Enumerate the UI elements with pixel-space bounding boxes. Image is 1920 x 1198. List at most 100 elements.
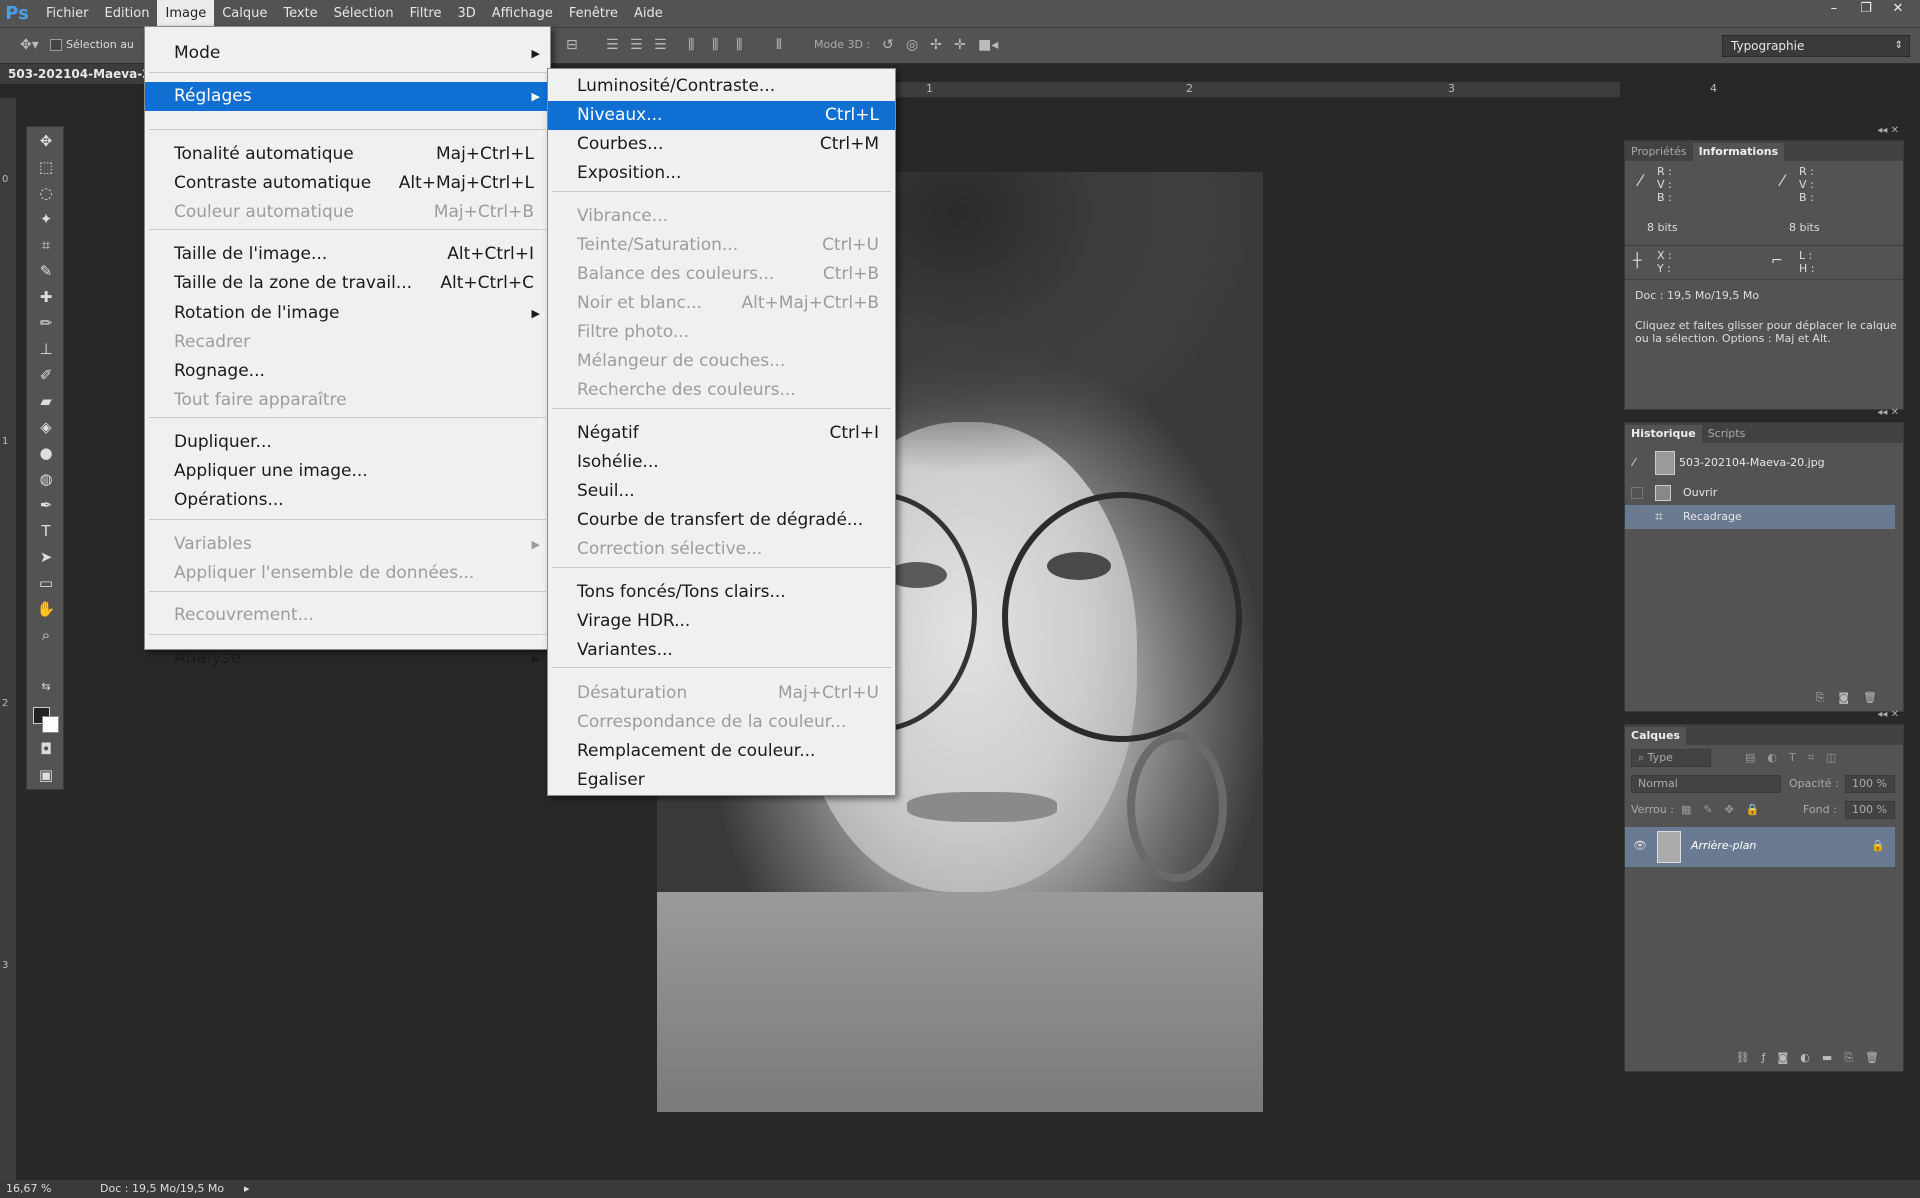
reglages-item-seuil[interactable]: Seuil... — [548, 477, 895, 506]
type-tool-icon[interactable]: T — [27, 519, 65, 543]
collapse-icon[interactable]: ◂◂ ✕ — [1877, 407, 1899, 418]
menu-fichier[interactable]: Fichier — [38, 0, 97, 28]
menu-affichage[interactable]: Affichage — [484, 0, 561, 28]
lock-icons[interactable]: ▦✎✥🔒 — [1681, 803, 1772, 816]
minimize-button[interactable]: – — [1820, 0, 1848, 18]
layer-row[interactable]: 👁 Arrière-plan 🔒 — [1625, 827, 1895, 867]
image-menu-item-mode[interactable]: Mode ▶ — [145, 39, 550, 68]
history-step[interactable]: Ouvrir — [1625, 481, 1895, 505]
collapse-icon[interactable]: ◂◂ ✕ — [1877, 125, 1899, 136]
distribute-bottom-icon[interactable]: ☰ — [654, 37, 667, 53]
reglages-item-courbe-de-transfert-de-degrade[interactable]: Courbe de transfert de dégradé... — [548, 506, 895, 535]
reglages-item-tons-fonces-tons-clairs[interactable]: Tons foncés/Tons clairs... — [548, 578, 895, 607]
menu-edition[interactable]: Edition — [97, 0, 158, 28]
reglages-item-egaliser[interactable]: Egaliser — [548, 766, 895, 795]
path-selection-icon[interactable]: ➤ — [27, 545, 65, 569]
quick-mask-icon[interactable]: ◘ — [27, 737, 65, 761]
menu-3d[interactable]: 3D — [450, 0, 484, 28]
healing-brush-icon[interactable]: ✚ — [27, 285, 65, 309]
image-menu-item-taille-de-la-zone-de-travail[interactable]: Taille de la zone de travail... Alt+Ctrl+… — [145, 269, 550, 298]
image-menu-item-taille-de-l-image[interactable]: Taille de l'image... Alt+Ctrl+I — [145, 240, 550, 269]
screen-mode-icon[interactable]: ▣ — [27, 763, 65, 787]
menu-calque[interactable]: Calque — [214, 0, 275, 28]
tab-proprietes[interactable]: Propriétés — [1625, 143, 1693, 161]
menu-filtre[interactable]: Filtre — [402, 0, 450, 28]
distribute-top-icon[interactable]: ☰ — [606, 37, 619, 53]
clone-stamp-icon[interactable]: ⊥ — [27, 337, 65, 361]
pan-3d-icon[interactable]: ✢ — [930, 37, 942, 53]
history-footer-icons[interactable]: ⎘◙🗑 — [1816, 691, 1891, 705]
paint-bucket-icon[interactable]: ◈ — [27, 415, 65, 439]
distribute-right-icon[interactable]: ⫼ — [736, 37, 742, 53]
align-icon[interactable]: ⊟ — [566, 37, 578, 53]
history-snapshot[interactable]: ⁄ 503-202104-Maeva-20.jpg — [1625, 447, 1895, 479]
menu-image[interactable]: Image — [157, 0, 215, 28]
history-brush-icon[interactable]: ✐ — [27, 363, 65, 387]
reglages-item-luminosite-contraste[interactable]: Luminosité/Contraste... — [548, 72, 895, 101]
scale-3d-icon[interactable]: ■◂ — [978, 37, 998, 53]
reglages-item-remplacement-de-couleur[interactable]: Remplacement de couleur... — [548, 737, 895, 766]
auto-align-icon[interactable]: ⫴ — [776, 37, 782, 53]
tab-calques[interactable]: Calques — [1625, 727, 1686, 745]
status-menu-arrow-icon[interactable]: ▸ — [244, 1182, 250, 1195]
menu-fenetre[interactable]: Fenêtre — [561, 0, 626, 28]
slide-3d-icon[interactable]: ✛ — [954, 37, 966, 53]
image-menu-item-reglages[interactable]: Réglages ▶ — [145, 82, 550, 111]
distribute-left-icon[interactable]: ⫼ — [688, 37, 694, 53]
tab-historique[interactable]: Historique — [1625, 425, 1702, 443]
move-tool-icon[interactable]: ✥ — [27, 129, 65, 153]
hand-tool-icon[interactable]: ✋ — [27, 597, 65, 621]
reglages-item-courbes[interactable]: Courbes... Ctrl+M — [548, 130, 895, 159]
magic-wand-icon[interactable]: ✦ — [27, 207, 65, 231]
image-menu-item-dupliquer[interactable]: Dupliquer... — [145, 428, 550, 457]
workspace-select[interactable]: Typographie ⇕ — [1722, 35, 1910, 57]
reglages-item-virage-hdr[interactable]: Virage HDR... — [548, 607, 895, 636]
image-menu-item-rotation-de-l-image[interactable]: Rotation de l'image ▶ — [145, 299, 550, 328]
layers-footer-icons[interactable]: ⛓ƒ◙◐▬⎘🗑 — [1736, 1051, 1891, 1065]
close-button[interactable]: ✕ — [1884, 0, 1912, 18]
menu-selection[interactable]: Sélection — [326, 0, 402, 28]
image-menu-item-analyse[interactable]: Analyse ▶ — [145, 644, 550, 673]
pen-tool-icon[interactable]: ✒ — [27, 493, 65, 517]
rotate-3d-icon[interactable]: ↺ — [882, 37, 894, 53]
swap-colors-icon[interactable]: ⇆ — [27, 675, 65, 699]
zoom-tool-icon[interactable]: ⌕ — [27, 623, 65, 647]
brush-tool-icon[interactable]: ✏ — [27, 311, 65, 335]
reglages-item-isohelie[interactable]: Isohélie... — [548, 448, 895, 477]
document-tab[interactable]: 503-202104-Maeva-20. — [0, 64, 150, 84]
reglages-item-negatif[interactable]: Négatif Ctrl+I — [548, 419, 895, 448]
eyedropper-icon[interactable]: ✎ — [27, 259, 65, 283]
image-menu-item-operations[interactable]: Opérations... — [145, 486, 550, 515]
history-step[interactable]: ⌗ Recadrage — [1625, 505, 1895, 529]
distribute-middle-icon[interactable]: ☰ — [630, 37, 643, 53]
background-color-swatch[interactable] — [42, 716, 59, 733]
image-menu-item-tonalite-automatique[interactable]: Tonalité automatique Maj+Ctrl+L — [145, 140, 550, 169]
menu-aide[interactable]: Aide — [626, 0, 671, 28]
lasso-tool-icon[interactable]: ◌ — [27, 181, 65, 205]
layer-filter-icons[interactable]: ▤◐T⌗◫ — [1745, 751, 1848, 765]
tab-scripts[interactable]: Scripts — [1702, 425, 1752, 443]
dodge-tool-icon[interactable]: ◍ — [27, 467, 65, 491]
layer-filter-select[interactable]: ⌕ Type — [1631, 749, 1711, 767]
menu-texte[interactable]: Texte — [275, 0, 325, 28]
reglages-item-niveaux[interactable]: Niveaux... Ctrl+L — [548, 101, 895, 130]
tab-informations[interactable]: Informations — [1692, 143, 1785, 161]
history-source-box[interactable] — [1631, 487, 1643, 499]
restore-button[interactable]: ❐ — [1852, 0, 1880, 18]
fill-input[interactable]: 100 % — [1845, 801, 1895, 819]
history-source-box[interactable] — [1631, 511, 1643, 523]
eye-icon[interactable]: 👁 — [1633, 839, 1647, 852]
rectangle-tool-icon[interactable]: ▭ — [27, 571, 65, 595]
roll-3d-icon[interactable]: ◎ — [906, 37, 918, 53]
opacity-input[interactable]: 100 % — [1845, 775, 1895, 793]
image-menu-item-contraste-automatique[interactable]: Contraste automatique Alt+Maj+Ctrl+L — [145, 169, 550, 198]
eraser-icon[interactable]: ▰ — [27, 389, 65, 413]
reglages-item-variantes[interactable]: Variantes... — [548, 636, 895, 665]
move-tool-icon[interactable]: ✥▾ — [20, 37, 39, 53]
image-menu-item-appliquer-une-image[interactable]: Appliquer une image... — [145, 457, 550, 486]
auto-select-checkbox[interactable] — [50, 39, 62, 51]
collapse-icon[interactable]: ◂◂ ✕ — [1877, 709, 1899, 720]
marquee-tool-icon[interactable]: ⬚ — [27, 155, 65, 179]
zoom-level[interactable]: 16,67 % — [6, 1182, 51, 1195]
blur-tool-icon[interactable]: ● — [27, 441, 65, 465]
